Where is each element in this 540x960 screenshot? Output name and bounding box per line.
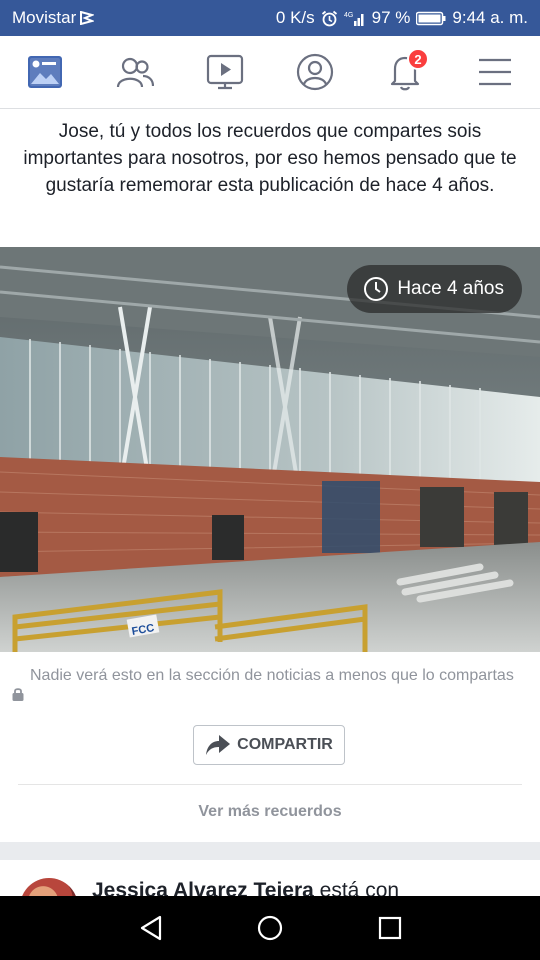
- status-right: 0 K/s 4G 97 % 9:44 a. m.: [276, 8, 528, 28]
- alarm-icon: [321, 10, 337, 26]
- android-navigation-bar: [0, 896, 540, 960]
- notification-badge: 2: [407, 48, 429, 70]
- clock: 9:44 a. m.: [452, 8, 528, 27]
- status-bar: Movistar 0 K/s 4G 97 % 9:44 a. m.: [0, 0, 540, 36]
- post-header: Jessica Alvarez Tejera está con: [92, 879, 399, 896]
- carrier-name: Movistar: [12, 8, 77, 27]
- memory-message: Jose, tú y todos los recuerdos que compa…: [23, 121, 517, 196]
- lock-icon: [12, 688, 24, 701]
- privacy-note: Nadie verá esto en la sección de noticia…: [12, 665, 522, 701]
- share-label: COMPARTIR: [237, 736, 333, 753]
- recents-icon[interactable]: [378, 916, 402, 940]
- next-post: Jessica Alvarez Tejera está con •••: [0, 860, 540, 896]
- battery-icon: [416, 11, 446, 25]
- post-action: está con: [313, 879, 400, 896]
- divider: [18, 784, 522, 785]
- svg-text:4G: 4G: [344, 12, 353, 19]
- memory-card: Jose, tú y todos los recuerdos que compa…: [0, 109, 540, 842]
- news-feed-icon[interactable]: [25, 52, 65, 92]
- network-speed: 0 K/s: [275, 8, 315, 27]
- watch-icon[interactable]: [205, 52, 245, 92]
- post-author[interactable]: Jessica Alvarez Tejera: [92, 879, 314, 896]
- see-more-memories-link[interactable]: Ver más recuerdos: [0, 803, 540, 821]
- friends-icon[interactable]: [115, 52, 155, 92]
- time-ago-label: Hace 4 años: [397, 278, 504, 299]
- carrier: Movistar: [12, 8, 95, 28]
- battery-percent: 97 %: [371, 8, 411, 27]
- memory-photo[interactable]: FCC Hace 4 años: [0, 247, 540, 652]
- share-arrow-icon: [206, 735, 231, 755]
- more-options-icon[interactable]: •••: [486, 886, 514, 896]
- profile-icon[interactable]: [295, 52, 335, 92]
- time-ago-badge: Hace 4 años: [347, 265, 522, 313]
- signal-4g-icon: 4G: [344, 12, 364, 26]
- notifications-icon[interactable]: 2: [385, 48, 429, 92]
- share-button[interactable]: COMPARTIR: [193, 725, 345, 765]
- avatar[interactable]: [20, 878, 78, 896]
- back-icon[interactable]: [138, 915, 164, 941]
- top-navigation: 2: [0, 36, 540, 109]
- data-flag-icon: [80, 11, 95, 25]
- menu-icon[interactable]: [475, 52, 515, 92]
- clock-icon: [364, 277, 389, 301]
- privacy-text: Nadie verá esto en la sección de noticia…: [30, 667, 514, 684]
- home-icon[interactable]: [257, 915, 283, 941]
